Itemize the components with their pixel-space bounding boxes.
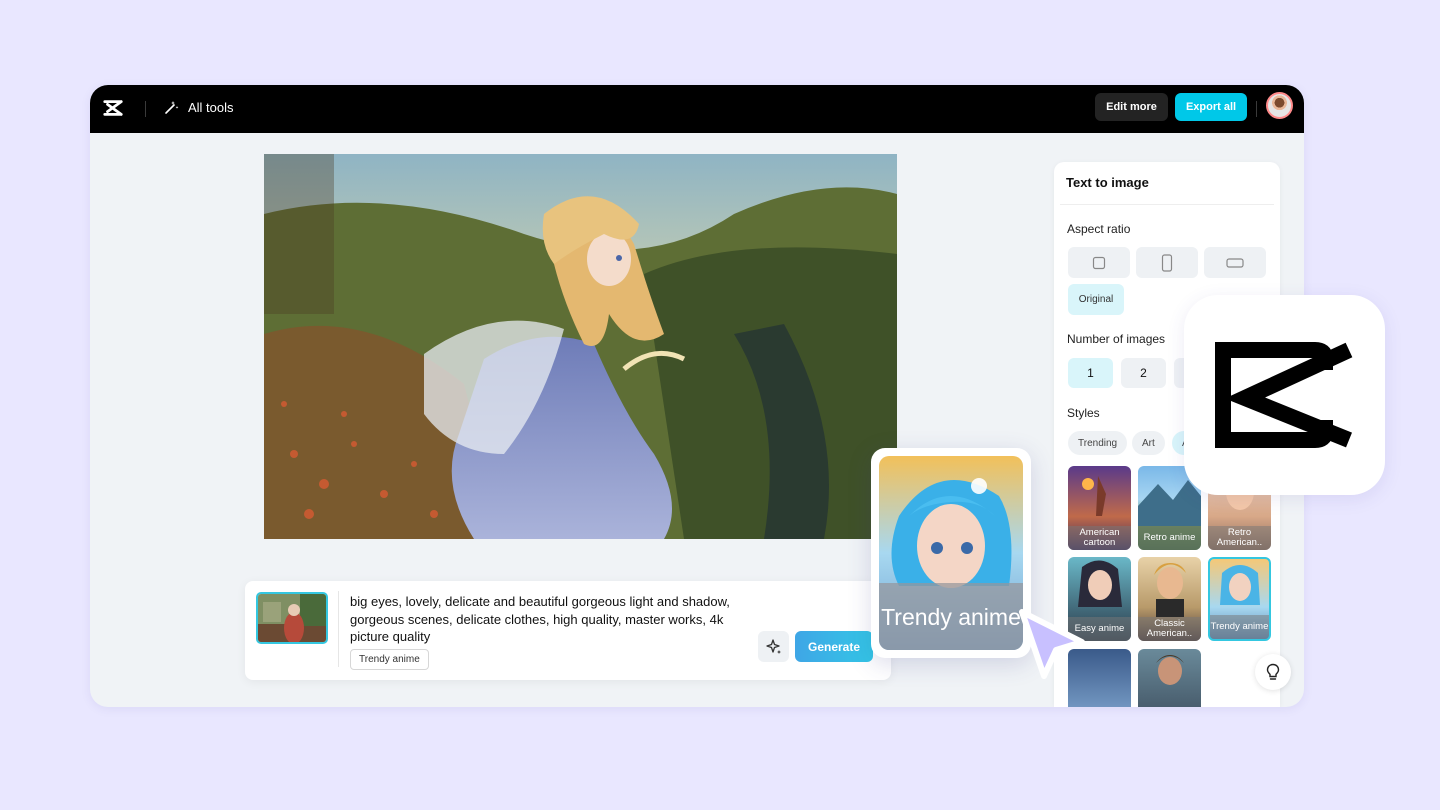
topbar-divider-right — [1256, 101, 1257, 117]
style-card-classic-american[interactable]: Classic American.. — [1138, 557, 1201, 641]
number-option-1[interactable]: 1 — [1068, 358, 1113, 388]
mouse-cursor-icon — [1019, 609, 1085, 679]
aspect-ratio-landscape-button[interactable] — [1204, 247, 1266, 278]
aspect-ratio-square-button[interactable] — [1068, 247, 1130, 278]
styles-label: Styles — [1067, 406, 1100, 420]
number-option-2[interactable]: 2 — [1121, 358, 1166, 388]
user-avatar[interactable] — [1266, 92, 1293, 119]
magic-wand-icon — [165, 101, 179, 114]
style-card-label: Classic American.. — [1138, 617, 1201, 641]
prompt-card: big eyes, lovely, delicate and beautiful… — [245, 581, 891, 680]
app-window: All tools Edit more Export all big eyes,… — [90, 85, 1304, 707]
all-tools-label: All tools — [188, 99, 234, 115]
style-card-label: Retro American.. — [1208, 526, 1271, 550]
top-bar: All tools Edit more Export all — [90, 85, 1304, 133]
classic-american-thumbnail — [1154, 563, 1186, 617]
generated-image[interactable] — [264, 154, 897, 539]
style-card-label: Trendy anime — [1210, 615, 1269, 639]
style-card-american-cartoon[interactable]: American cartoon — [1068, 466, 1131, 550]
style-tab-trending[interactable]: Trending — [1068, 431, 1128, 455]
aspect-ratio-label: Aspect ratio — [1067, 222, 1131, 236]
trendy-anime-thumbnail — [1220, 565, 1260, 605]
selected-style-tag[interactable]: Trendy anime — [350, 649, 429, 670]
capcut-app-logo — [1184, 295, 1385, 495]
panel-divider — [1060, 204, 1274, 205]
tips-button[interactable] — [1255, 654, 1291, 690]
style-more-thumbnail — [1156, 655, 1184, 685]
style-tab-art[interactable]: Art — [1132, 431, 1165, 455]
style-card-more-2[interactable] — [1138, 649, 1201, 707]
generate-button[interactable]: Generate — [795, 631, 873, 662]
landscape-ratio-icon — [1226, 257, 1244, 268]
edit-more-button[interactable]: Edit more — [1095, 93, 1168, 121]
capcut-logo-icon — [1214, 342, 1352, 448]
american-cartoon-thumbnail — [1082, 476, 1106, 516]
all-tools-button[interactable]: All tools — [164, 99, 234, 115]
export-all-button[interactable]: Export all — [1175, 93, 1247, 121]
style-card-trendy-anime[interactable]: Trendy anime — [1208, 557, 1271, 641]
prompt-textarea[interactable]: big eyes, lovely, delicate and beautiful… — [350, 593, 740, 646]
enhance-prompt-button[interactable] — [758, 631, 789, 662]
floating-style-label: Trendy anime — [879, 583, 1023, 650]
floating-style-preview: Trendy anime — [871, 448, 1031, 658]
style-card-label: American cartoon — [1068, 526, 1131, 550]
square-ratio-icon — [1092, 256, 1106, 269]
style-card-label: Retro anime — [1138, 526, 1201, 550]
aspect-ratio-original-button[interactable]: Original — [1068, 284, 1124, 315]
capcut-logo-icon[interactable] — [102, 97, 124, 119]
prompt-divider — [338, 591, 339, 667]
trendy-anime-preview-image: Trendy anime — [879, 456, 1023, 650]
portrait-ratio-icon — [1161, 253, 1173, 272]
number-of-images-label: Number of images — [1067, 332, 1166, 346]
topbar-divider — [145, 101, 146, 117]
lightbulb-icon — [1266, 663, 1280, 680]
panel-title: Text to image — [1066, 175, 1149, 190]
aspect-ratio-portrait-button[interactable] — [1136, 247, 1198, 278]
reference-image-thumbnail[interactable] — [256, 592, 328, 644]
sparkle-icon — [765, 638, 781, 654]
